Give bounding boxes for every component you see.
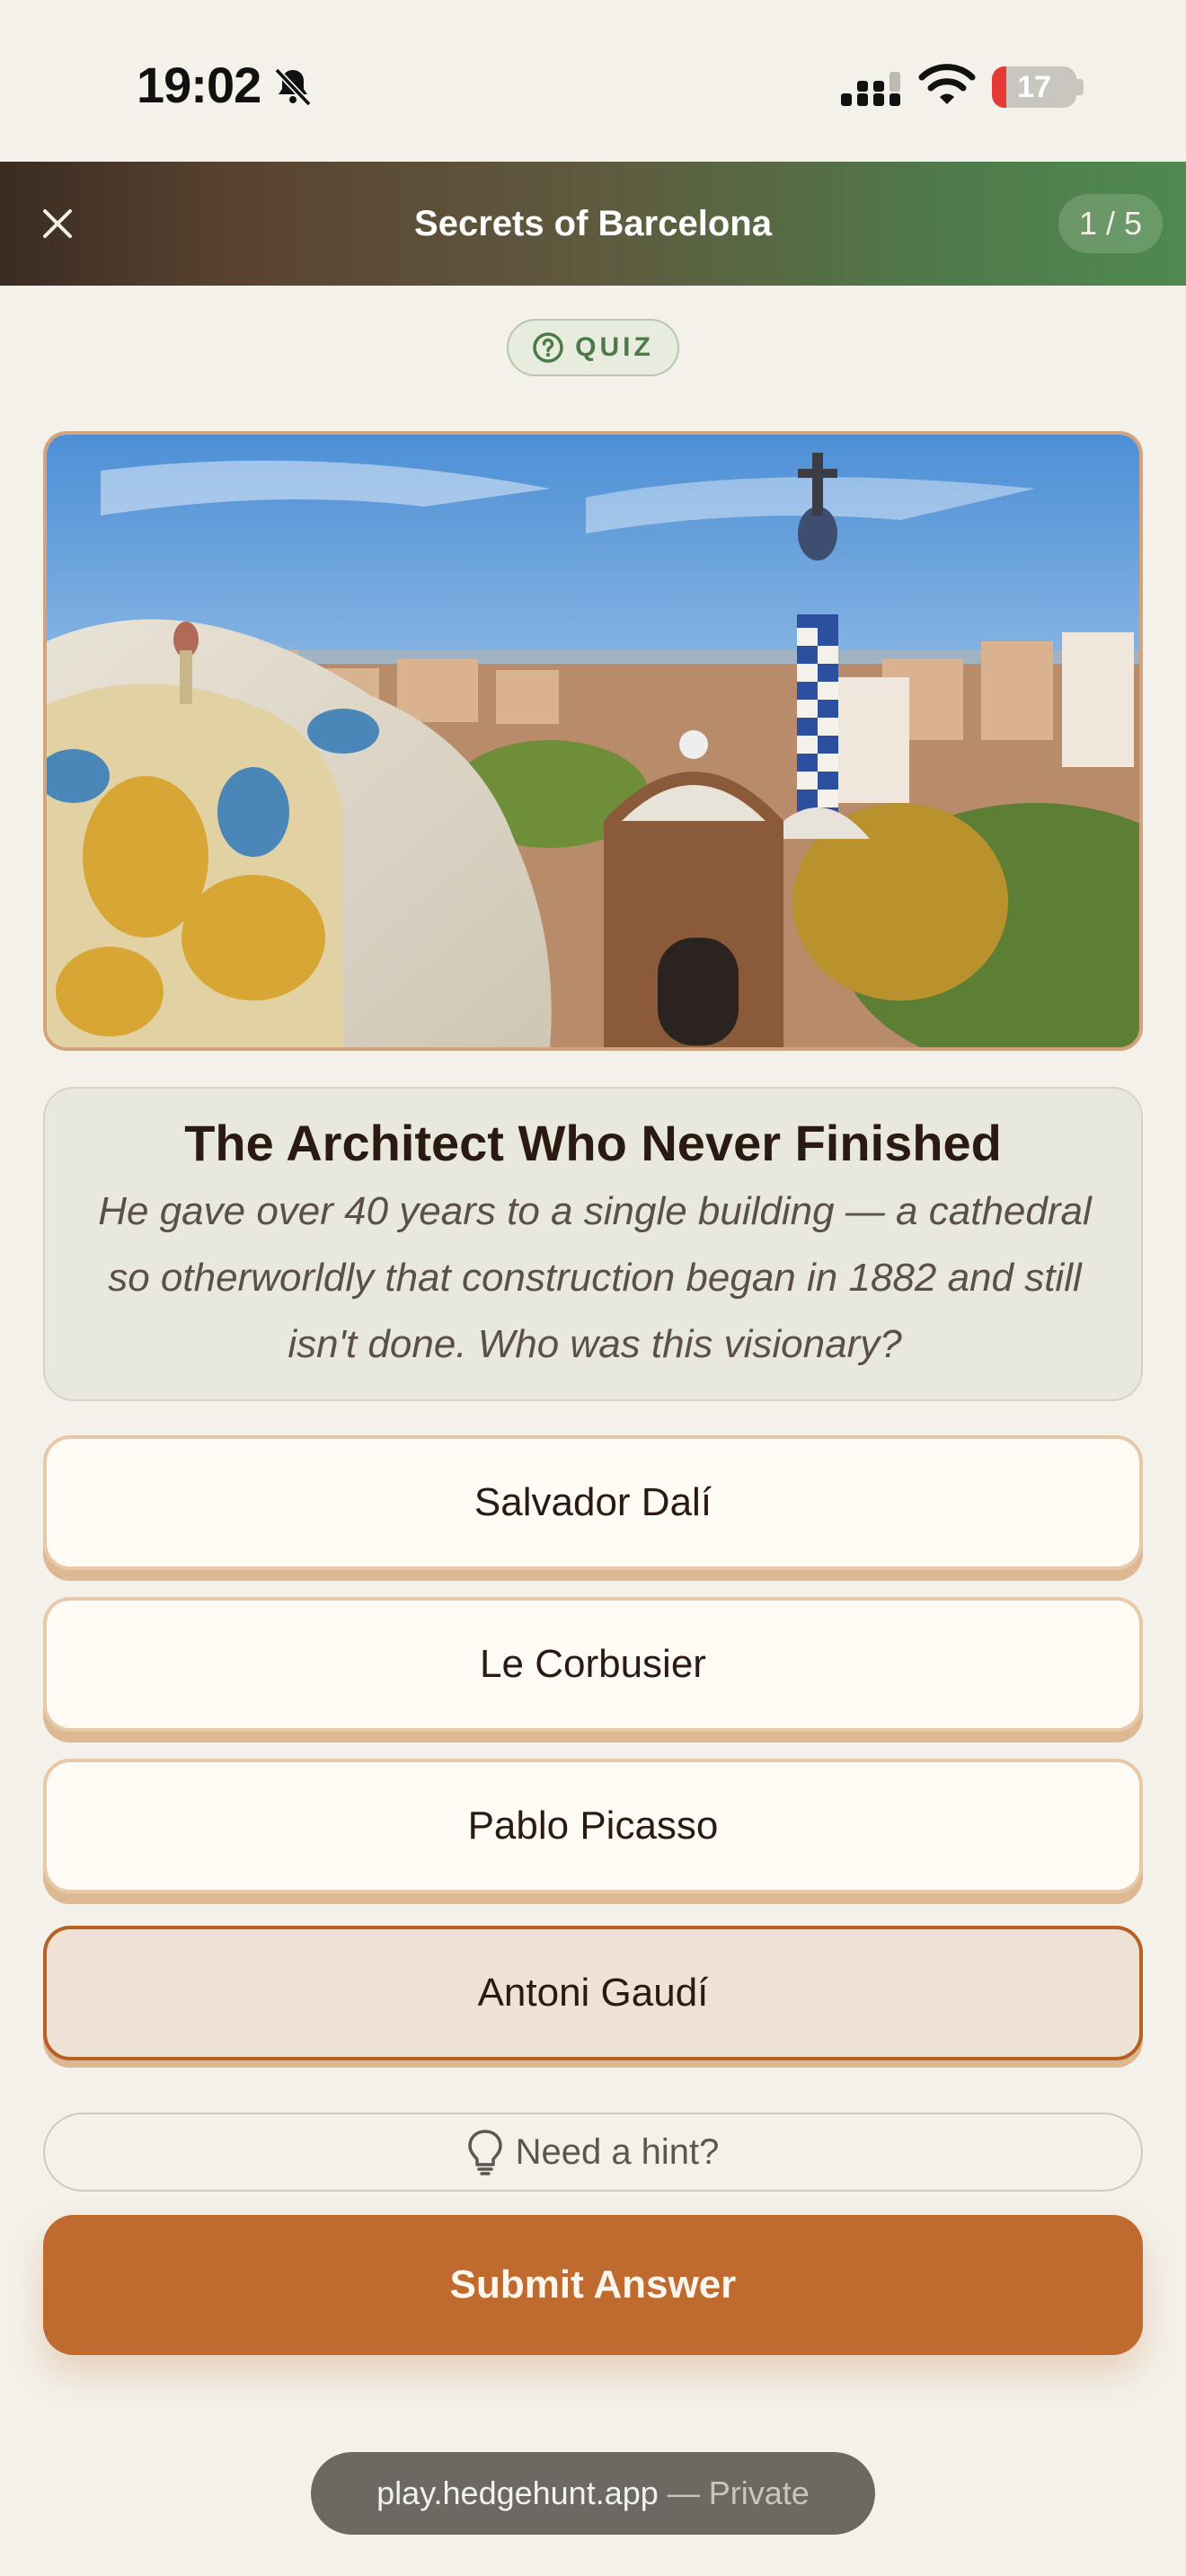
answer-option-pablo-picasso[interactable]: Pablo Picasso [43, 1759, 1143, 1893]
question-text: He gave over 40 years to a single buildi… [98, 1189, 1092, 1366]
battery-icon: 17 [992, 66, 1076, 108]
question-circle-icon [533, 332, 563, 363]
submit-label: Submit Answer [449, 2263, 737, 2307]
battery-level: 17 [1017, 70, 1051, 104]
submit-answer-button[interactable]: Submit Answer [43, 2215, 1143, 2355]
url-separator: — [667, 2475, 700, 2511]
cellular-signal-icon [841, 72, 900, 106]
question-card: The Architect Who Never Finished He gave… [43, 1087, 1143, 1401]
answer-option-label: Salvador Dalí [474, 1480, 712, 1524]
answer-option-le-corbusier[interactable]: Le Corbusier [43, 1597, 1143, 1732]
park-guell-photo [43, 431, 1143, 1051]
close-button[interactable] [27, 193, 88, 254]
quiz-header: Secrets of Barcelona 1 / 5 [0, 162, 1186, 286]
answer-option-label: Pablo Picasso [467, 1804, 719, 1848]
answer-option-salvador-dali[interactable]: Salvador Dalí [43, 1435, 1143, 1570]
question-title: The Architect Who Never Finished [184, 1115, 1002, 1171]
quiz-badge: QUIZ [507, 319, 679, 376]
close-icon [43, 209, 72, 238]
status-time: 19:02 [137, 57, 261, 113]
lightbulb-icon [467, 2130, 502, 2175]
browsing-mode: Private [708, 2475, 810, 2511]
bell-slash-icon [274, 67, 312, 107]
quiz-screen: 19:02 17 Secrets of Barcelona 1 / 5 QUIZ… [0, 0, 1186, 2576]
header-title: Secrets of Barcelona [414, 204, 772, 243]
answer-option-label: Antoni Gaudí [477, 1971, 709, 2015]
question-progress: 1 / 5 [1058, 194, 1163, 253]
browser-address-pill[interactable]: play.hedgehunt.app — Private [311, 2452, 875, 2535]
answer-option-antoni-gaudi[interactable]: Antoni Gaudí [43, 1926, 1143, 2060]
wifi-icon [918, 64, 976, 104]
status-bar: 19:02 17 [0, 0, 1186, 162]
quiz-badge-label: QUIZ [575, 332, 654, 362]
battery-tip [1076, 79, 1084, 95]
hint-label: Need a hint? [515, 2131, 720, 2172]
url-host: play.hedgehunt.app [376, 2475, 659, 2511]
hint-button[interactable]: Need a hint? [43, 2113, 1143, 2192]
answer-option-label: Le Corbusier [480, 1642, 706, 1686]
